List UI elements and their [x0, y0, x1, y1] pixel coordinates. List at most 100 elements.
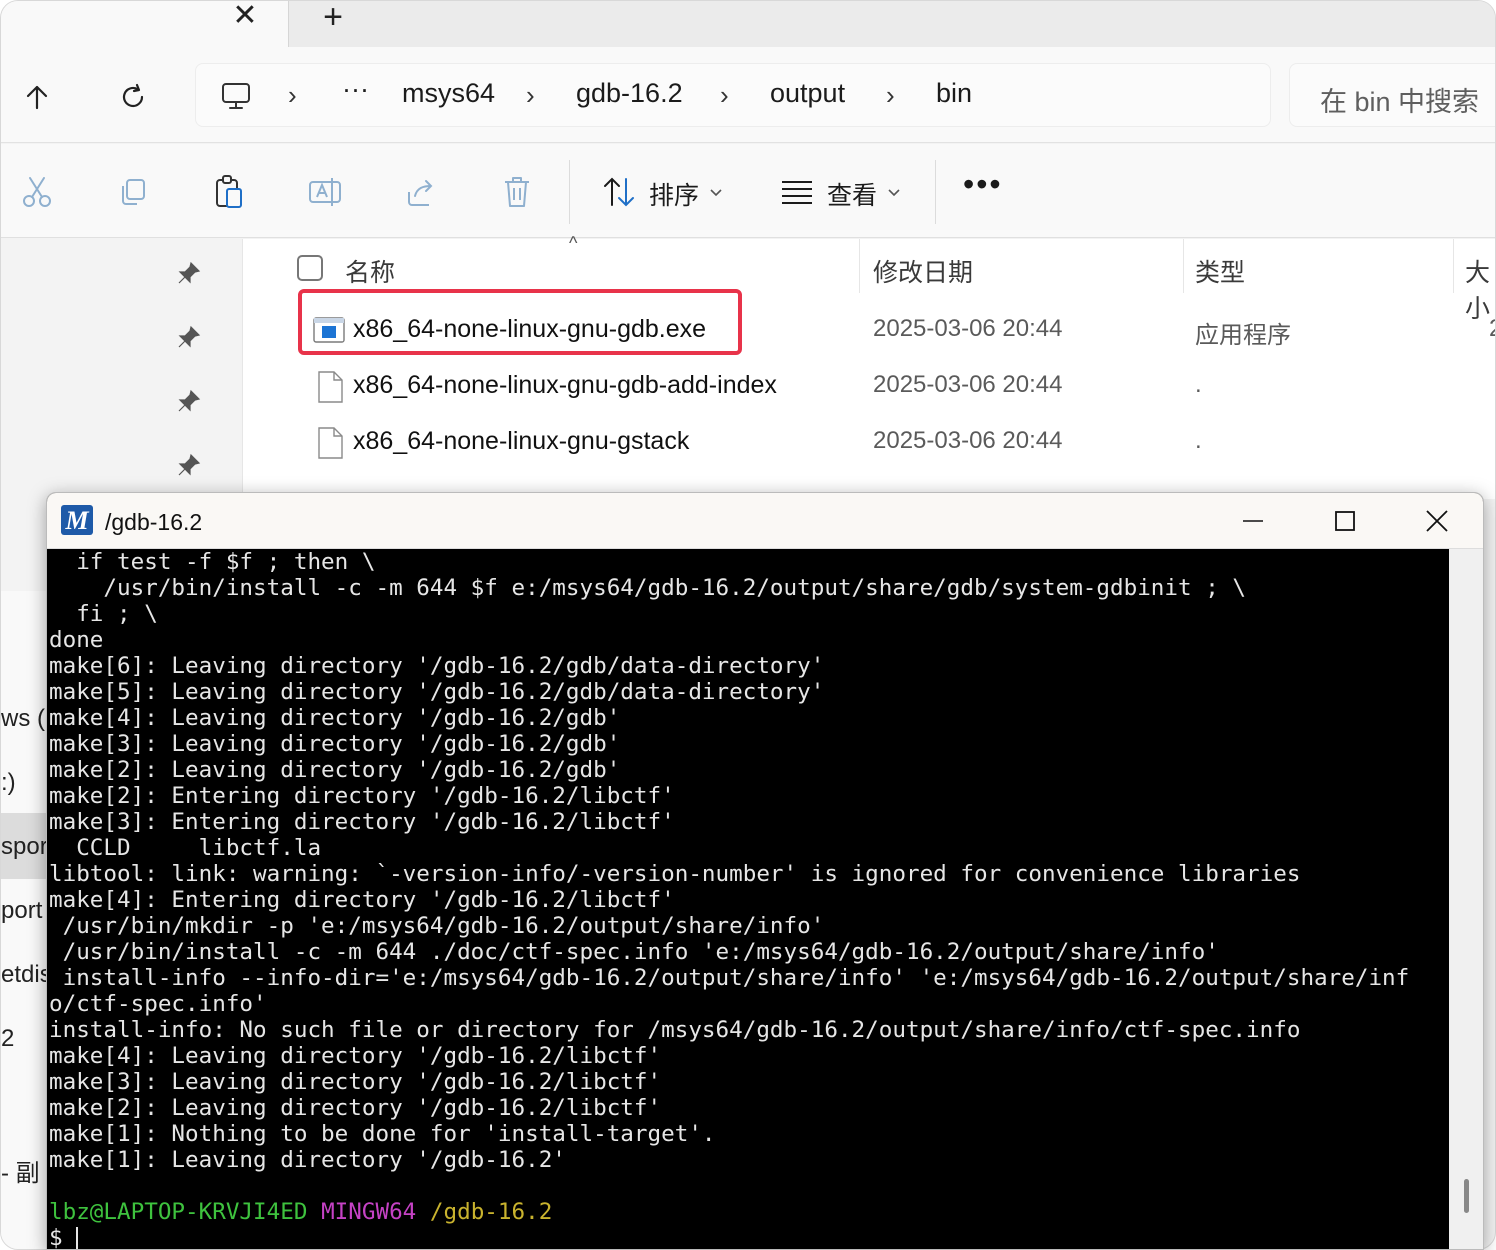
breadcrumb-ellipsis[interactable]: ···	[342, 74, 369, 105]
terminal-line: /usr/bin/install -c -m 644 $f e:/msys64/…	[49, 575, 1247, 601]
view-button[interactable]	[777, 172, 817, 212]
nav-item-fragment[interactable]: :)	[1, 769, 47, 797]
column-separator[interactable]	[1453, 239, 1454, 293]
breadcrumb-msys64[interactable]: msys64	[402, 78, 495, 109]
terminal-line: make[4]: Entering directory '/gdb-16.2/l…	[49, 887, 675, 913]
scissors-icon	[23, 177, 51, 207]
terminal-scrollbar[interactable]	[1449, 549, 1483, 1249]
sort-ascending-icon: ^	[569, 233, 578, 253]
breadcrumb-bin[interactable]: bin	[936, 78, 972, 109]
pin-icon[interactable]	[177, 389, 201, 413]
prompt-path: /gdb-16.2	[429, 1199, 553, 1225]
nav-item-fragment[interactable]: spor	[1, 833, 47, 861]
file-name[interactable]: x86_64-none-linux-gnu-gstack	[353, 427, 689, 456]
toolbar-divider	[569, 160, 570, 224]
minimize-button[interactable]	[1207, 493, 1299, 549]
nav-item-fragment[interactable]: ws (C	[1, 705, 47, 733]
arrow-up-icon	[26, 85, 48, 110]
sort-button[interactable]	[599, 172, 639, 212]
breadcrumb-separator: ›	[526, 80, 535, 110]
prompt-system: MINGW64	[321, 1199, 417, 1225]
share-button[interactable]	[401, 172, 441, 212]
breadcrumb-output[interactable]: output	[770, 78, 845, 109]
cut-button[interactable]	[17, 172, 57, 212]
scrollbar-thumb[interactable]	[1464, 1179, 1469, 1213]
search-box[interactable]: 在 bin 中搜索	[1289, 63, 1495, 127]
terminal-line: make[6]: Leaving directory '/gdb-16.2/gd…	[49, 653, 825, 679]
copy-button[interactable]	[113, 172, 153, 212]
navigation-bar: › ··· msys64 › gdb-16.2 › output › bin 在…	[1, 47, 1495, 143]
close-button[interactable]	[1391, 493, 1483, 549]
pin-icon[interactable]	[177, 325, 201, 349]
computer-icon	[222, 83, 250, 109]
terminal-line: install-info --info-dir='e:/msys64/gdb-1…	[49, 965, 1410, 991]
more-options-button[interactable]: •••	[963, 166, 1003, 203]
terminal-line: libtool: link: warning: `-version-info/-…	[49, 861, 1301, 887]
column-header-modified[interactable]: 修改日期	[873, 253, 973, 289]
refresh-button[interactable]	[111, 75, 155, 119]
nav-item-fragment[interactable]: - 副	[1, 1153, 47, 1188]
breadcrumb-gdb[interactable]: gdb-16.2	[576, 78, 683, 109]
pane-divider	[207, 239, 243, 499]
terminal-input-line[interactable]: $	[49, 1225, 1449, 1249]
terminal-line: o/ctf-spec.info'	[49, 991, 267, 1017]
file-row[interactable]: x86_64-none-linux-gnu-gstack 2025-03-06 …	[243, 415, 1495, 471]
tab-bin[interactable]: ✕	[1, 1, 289, 47]
minimize-icon	[1243, 520, 1263, 522]
sort-icon	[604, 177, 634, 207]
select-all-checkbox[interactable]	[297, 255, 323, 281]
delete-button[interactable]	[497, 172, 537, 212]
paste-button[interactable]	[209, 172, 249, 212]
nav-item-fragment[interactable]: port	[1, 897, 47, 925]
terminal-line: install-info: No such file or directory …	[49, 1017, 1301, 1043]
clipboard-icon	[216, 175, 242, 208]
file-name[interactable]: x86_64-none-linux-gnu-gdb-add-index	[353, 371, 777, 400]
terminal-output[interactable]: if test -f $f ; then \ /usr/bin/install …	[47, 549, 1449, 1249]
up-button[interactable]	[15, 75, 59, 119]
pin-icon[interactable]	[177, 261, 201, 285]
terminal-line: fi ; \	[49, 601, 158, 627]
mintty-terminal-window: M /gdb-16.2 if test -f $f ; then \ /usr/…	[46, 492, 1484, 1250]
file-modified: 2025-03-06 20:44	[873, 371, 1063, 398]
file-row[interactable]: x86_64-none-linux-gnu-gdb-add-index 2025…	[243, 359, 1495, 415]
column-header-type[interactable]: 类型	[1195, 253, 1245, 289]
column-separator[interactable]	[1183, 239, 1184, 293]
msys2-logo-icon: M	[61, 505, 93, 535]
terminal-line: make[3]: Leaving directory '/gdb-16.2/li…	[49, 1069, 662, 1095]
nav-item-fragment[interactable]: 2	[1, 1025, 47, 1053]
column-header-name[interactable]: 名称	[345, 253, 395, 289]
tab-close-button[interactable]: ✕	[229, 1, 261, 31]
new-tab-button[interactable]: +	[315, 1, 351, 34]
file-icon	[318, 371, 343, 403]
trash-icon	[505, 177, 529, 207]
file-modified: 2025-03-06 20:44	[873, 427, 1063, 454]
pin-icon[interactable]	[177, 453, 201, 477]
terminal-title-bar[interactable]: M /gdb-16.2	[47, 493, 1483, 549]
rename-button[interactable]	[305, 172, 345, 212]
file-icon	[318, 427, 343, 459]
command-bar: 排序 查看 •••	[1, 144, 1495, 238]
search-placeholder: 在 bin 中搜索	[1320, 87, 1480, 117]
terminal-line: /usr/bin/mkdir -p 'e:/msys64/gdb-16.2/ou…	[49, 913, 825, 939]
terminal-title: /gdb-16.2	[105, 509, 203, 535]
chevron-down-icon	[888, 189, 900, 197]
view-label[interactable]: 查看	[827, 176, 877, 212]
share-icon	[408, 180, 433, 206]
address-bar[interactable]: › ··· msys64 › gdb-16.2 › output › bin	[195, 63, 1271, 127]
breadcrumb-separator: ›	[886, 80, 895, 110]
sort-label[interactable]: 排序	[649, 176, 699, 212]
terminal-line: make[1]: Leaving directory '/gdb-16.2'	[49, 1147, 566, 1173]
terminal-line: make[5]: Leaving directory '/gdb-16.2/gd…	[49, 679, 825, 705]
rename-icon	[309, 178, 341, 206]
refresh-icon	[122, 83, 144, 108]
terminal-line: done	[49, 627, 104, 653]
nav-item-fragment[interactable]: etdis	[1, 961, 47, 989]
terminal-line: make[3]: Entering directory '/gdb-16.2/l…	[49, 809, 675, 835]
maximize-button[interactable]	[1299, 493, 1391, 549]
breadcrumb-separator: ›	[288, 80, 297, 110]
breadcrumb-separator: ›	[720, 80, 729, 110]
terminal-line: make[2]: Entering directory '/gdb-16.2/l…	[49, 783, 675, 809]
copy-icon	[122, 179, 145, 205]
column-separator[interactable]	[859, 239, 860, 293]
